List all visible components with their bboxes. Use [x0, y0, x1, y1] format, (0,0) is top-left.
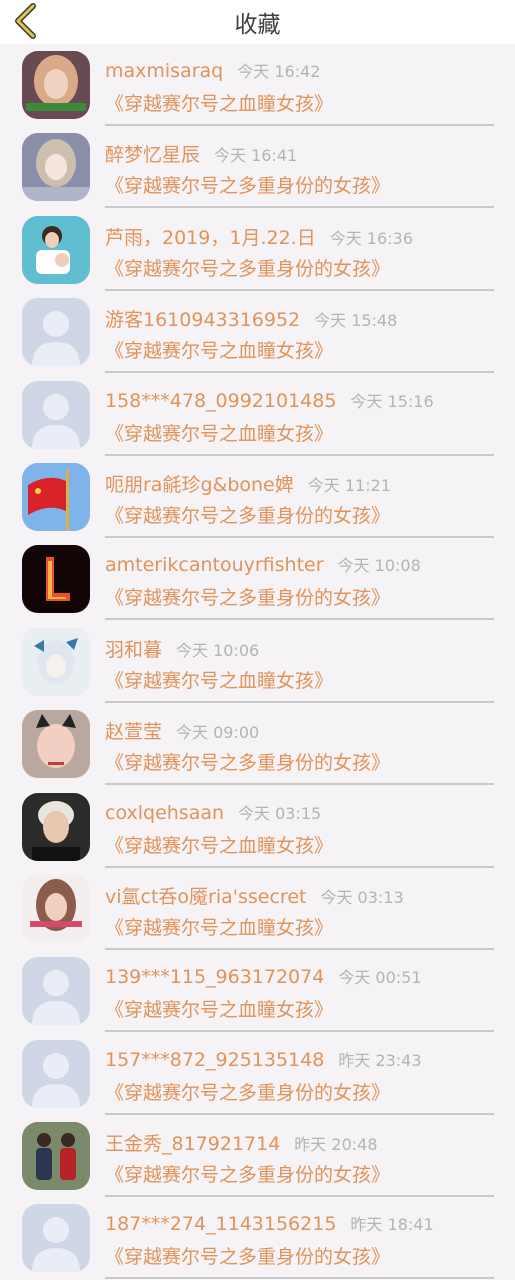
avatar[interactable] — [22, 792, 90, 861]
list-item[interactable]: 羽和暮 今天 10:06 《穿越赛尔号之血瞳女孩》 — [0, 621, 515, 703]
timestamp: 昨天 23:43 — [338, 1050, 422, 1070]
user-name[interactable]: 139***115_963172074 — [105, 966, 324, 988]
timestamp: 今天 03:15 — [238, 803, 322, 823]
book-title-link[interactable]: 《穿越赛尔号之血瞳女孩》 — [105, 89, 333, 116]
list-item[interactable]: 王金秀_817921714 昨天 20:48 《穿越赛尔号之多重身份的女孩》 — [0, 1115, 515, 1198]
page-title: 收藏 — [234, 12, 281, 38]
list-item[interactable]: 游客1610943316952 今天 15:48 《穿越赛尔号之血瞳女孩》 — [0, 291, 515, 374]
list-item[interactable]: coxlqehsaan 今天 03:15 《穿越赛尔号之血瞳女孩》 — [0, 786, 515, 868]
timestamp: 今天 10:06 — [176, 640, 260, 660]
avatar[interactable] — [22, 215, 90, 284]
timestamp: 昨天 20:48 — [294, 1135, 378, 1155]
list-item[interactable]: 187***274_1143156215 昨天 18:41 《穿越赛尔号之多重身份… — [0, 1197, 515, 1280]
book-title-link[interactable]: 《穿越赛尔号之血瞳女孩》 — [105, 913, 333, 940]
avatar[interactable] — [22, 874, 90, 943]
book-title-link[interactable]: 《穿越赛尔号之血瞳女孩》 — [105, 995, 333, 1022]
book-title-link[interactable]: 《穿越赛尔号之多重身份的女孩》 — [105, 1242, 390, 1269]
avatar[interactable] — [22, 1039, 90, 1108]
user-name[interactable]: maxmisaraq — [105, 60, 223, 82]
book-title-link[interactable]: 《穿越赛尔号之血瞳女孩》 — [105, 336, 333, 363]
timestamp: 今天 15:16 — [350, 391, 434, 411]
list-item[interactable]: vi氲ct呑o魇ria'ssecret 今天 03:13 《穿越赛尔号之血瞳女孩》 — [0, 868, 515, 950]
list-item[interactable]: maxmisaraq 今天 16:42 《穿越赛尔号之血瞳女孩》 — [0, 44, 515, 126]
list-item[interactable]: 呃朋ra毹珍g&bone婢 今天 11:21 《穿越赛尔号之多重身份的女孩》 — [0, 456, 515, 538]
user-name[interactable]: 187***274_1143156215 — [105, 1213, 336, 1235]
top-bar: 收藏 — [0, 0, 515, 44]
list-item[interactable]: 芦雨，2019，1月.22.日 今天 16:36 《穿越赛尔号之多重身份的女孩》 — [0, 209, 515, 291]
avatar[interactable] — [22, 51, 90, 119]
list-item[interactable]: 157***872_925135148 昨天 23:43 《穿越赛尔号之多重身份的… — [0, 1033, 515, 1115]
list-item[interactable]: 139***115_963172074 今天 00:51 《穿越赛尔号之血瞳女孩》 — [0, 950, 515, 1033]
avatar[interactable] — [22, 710, 90, 779]
avatar[interactable] — [22, 957, 90, 1026]
user-name[interactable]: 158***478_0992101485 — [105, 390, 336, 412]
user-name[interactable]: vi氲ct呑o魇ria'ssecret — [105, 882, 306, 909]
avatar[interactable] — [22, 545, 90, 614]
timestamp: 今天 00:51 — [338, 968, 422, 988]
book-title-link[interactable]: 《穿越赛尔号之多重身份的女孩》 — [105, 748, 390, 775]
book-title-link[interactable]: 《穿越赛尔号之多重身份的女孩》 — [105, 1160, 390, 1187]
avatar[interactable] — [22, 298, 90, 367]
book-title-link[interactable]: 《穿越赛尔号之血瞳女孩》 — [105, 831, 333, 858]
user-name[interactable]: 醉梦忆星辰 — [105, 140, 200, 167]
list-item[interactable]: 醉梦忆星辰 今天 16:41 《穿越赛尔号之多重身份的女孩》 — [0, 126, 515, 209]
avatar[interactable] — [22, 627, 90, 696]
divider — [105, 1277, 494, 1280]
user-name[interactable]: 芦雨，2019，1月.22.日 — [105, 223, 316, 250]
list-item[interactable]: 赵萱莹 今天 09:00 《穿越赛尔号之多重身份的女孩》 — [0, 703, 515, 786]
timestamp: 今天 15:48 — [314, 311, 398, 331]
user-name[interactable]: 王金秀_817921714 — [105, 1129, 280, 1156]
book-title-link[interactable]: 《穿越赛尔号之多重身份的女孩》 — [105, 583, 390, 610]
avatar[interactable] — [22, 380, 90, 449]
book-title-link[interactable]: 《穿越赛尔号之多重身份的女孩》 — [105, 1078, 390, 1105]
timestamp: 今天 16:41 — [214, 146, 298, 166]
timestamp: 昨天 18:41 — [350, 1215, 434, 1235]
list-item[interactable]: amterikcantouyrfishter 今天 10:08 《穿越赛尔号之多重… — [0, 538, 515, 621]
timestamp: 今天 16:42 — [237, 62, 321, 81]
list-item[interactable]: 158***478_0992101485 今天 15:16 《穿越赛尔号之血瞳女孩… — [0, 374, 515, 456]
avatar[interactable] — [22, 462, 90, 531]
back-button[interactable] — [10, 3, 42, 39]
timestamp: 今天 03:13 — [320, 887, 404, 907]
book-title-link[interactable]: 《穿越赛尔号之血瞳女孩》 — [105, 419, 333, 446]
book-title-link[interactable]: 《穿越赛尔号之多重身份的女孩》 — [105, 501, 390, 528]
timestamp: 今天 10:08 — [337, 556, 421, 576]
user-name[interactable]: 157***872_925135148 — [105, 1049, 324, 1071]
chevron-left-icon — [15, 3, 36, 39]
user-name[interactable]: 游客1610943316952 — [105, 305, 300, 332]
favorites-list: maxmisaraq 今天 16:42 《穿越赛尔号之血瞳女孩》 醉梦忆星辰 今天 … — [0, 44, 515, 1280]
timestamp: 今天 09:00 — [176, 723, 260, 743]
book-title-link[interactable]: 《穿越赛尔号之多重身份的女孩》 — [105, 254, 390, 281]
avatar[interactable] — [22, 133, 90, 202]
user-name[interactable]: amterikcantouyrfishter — [105, 554, 324, 576]
avatar[interactable] — [22, 1122, 90, 1191]
timestamp: 今天 11:21 — [307, 475, 391, 495]
user-name[interactable]: 呃朋ra毹珍g&bone婢 — [105, 470, 294, 497]
user-name[interactable]: 羽和暮 — [105, 635, 162, 662]
avatar[interactable] — [22, 1204, 90, 1273]
user-name[interactable]: coxlqehsaan — [105, 802, 224, 824]
user-name[interactable]: 赵萱莹 — [105, 717, 162, 744]
timestamp: 今天 16:36 — [329, 228, 413, 248]
book-title-link[interactable]: 《穿越赛尔号之血瞳女孩》 — [105, 666, 333, 693]
book-title-link[interactable]: 《穿越赛尔号之多重身份的女孩》 — [105, 171, 390, 198]
